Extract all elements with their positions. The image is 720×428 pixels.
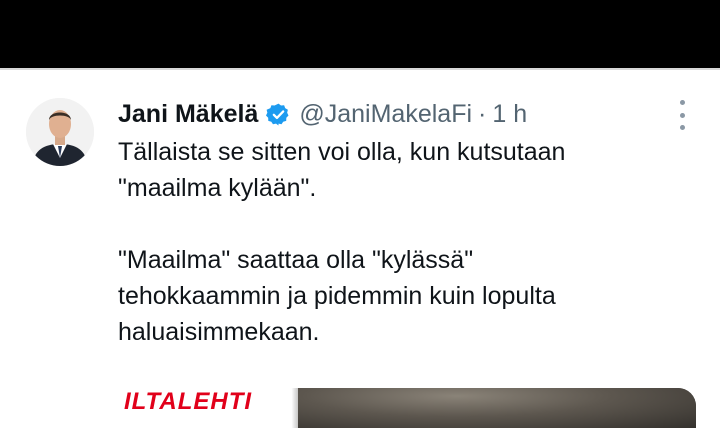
tweet-text-line: "Maailma" saattaa olla "kylässä" [118,246,474,274]
top-black-bar [0,0,720,68]
avatar-image [26,98,94,166]
author-name[interactable]: Jani Mäkelä [118,96,258,132]
media-photo [298,388,696,428]
tweet-header: Jani Mäkelä @JaniMakelaFi · 1 h [118,96,527,132]
author-handle[interactable]: @JaniMakelaFi [299,96,472,132]
tweet-media-image[interactable]: ILTALEHTI [118,388,696,428]
dot [679,125,685,130]
tweet-text-line: tehokkaammin ja pidemmin kuin lopulta [118,282,556,310]
tweet-text: Tällaista se sitten voi olla, kun kutsut… [118,134,708,350]
tweet-text-line: haluaisimmekaan. [118,318,320,346]
more-options-icon[interactable] [676,100,688,130]
verified-badge-icon [266,102,291,127]
media-logo: ILTALEHTI [124,388,253,415]
paragraph-break [118,206,708,242]
separator: · [478,100,487,128]
avatar[interactable] [26,98,94,166]
tweet-text-line: Tällaista se sitten voi olla, kun kutsut… [118,138,566,166]
dot [679,100,685,105]
dot [679,112,685,118]
tweet[interactable]: Jani Mäkelä @JaniMakelaFi · 1 h Tällaist… [0,70,720,428]
tweet-text-line: "maailma kylään". [118,174,317,202]
timestamp[interactable]: 1 h [492,96,527,132]
